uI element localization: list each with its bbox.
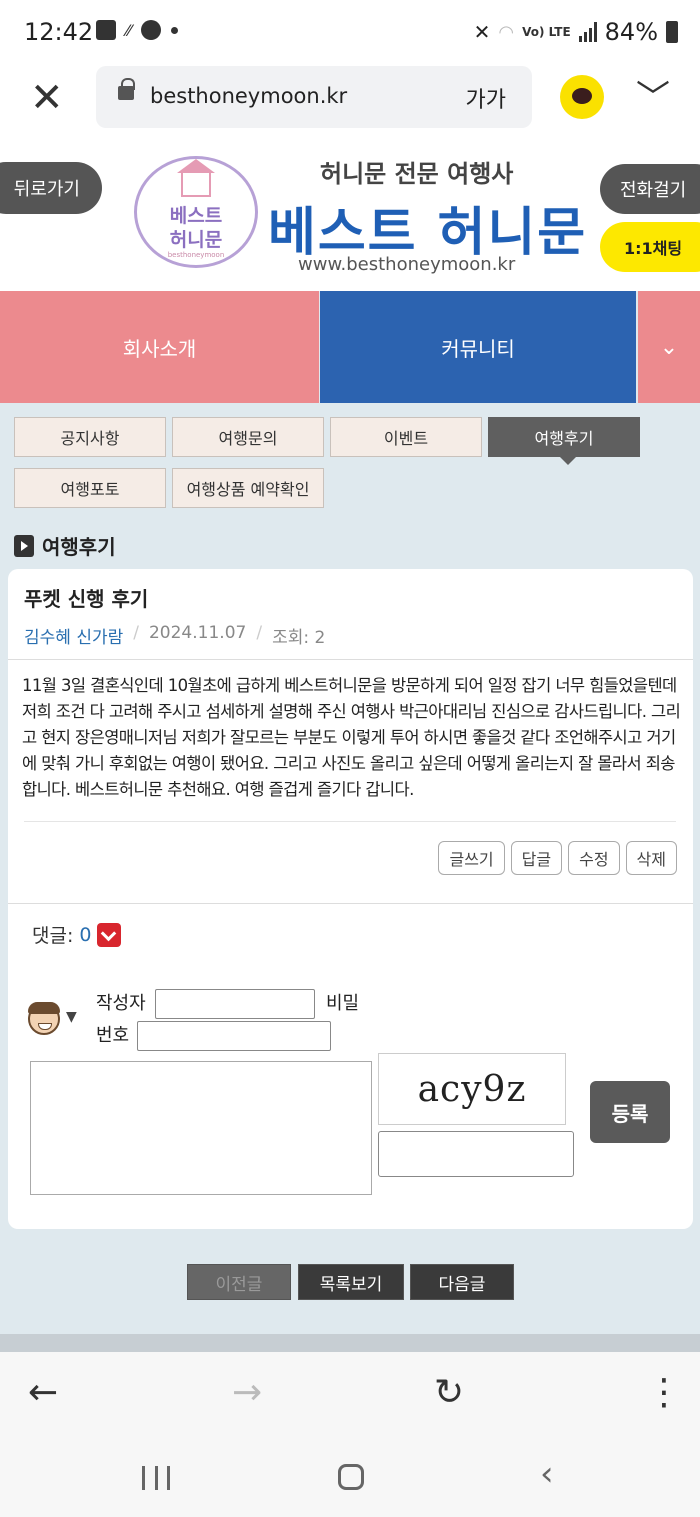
prev-post-button[interactable]: 이전글 [187, 1264, 291, 1300]
url-text[interactable]: besthoneymoon.kr [150, 84, 347, 108]
browser-bottom-bar: ← → ↻ ⋮ [0, 1352, 700, 1442]
battery-icon [666, 21, 678, 43]
kakaotalk-icon[interactable] [560, 75, 604, 119]
footer-strip [0, 1334, 700, 1352]
reply-button[interactable]: 답글 [510, 841, 563, 875]
write-button[interactable]: 글쓰기 [438, 841, 505, 875]
play-icon [14, 534, 34, 557]
password-field[interactable] [137, 1021, 331, 1051]
edit-button[interactable]: 수정 [568, 841, 620, 875]
tab-review[interactable]: 여행후기 [488, 417, 640, 465]
mute-icon: ✕ [473, 20, 491, 44]
recent-apps-icon[interactable] [142, 1466, 170, 1490]
system-nav-bar: ‹ [0, 1442, 700, 1517]
password-label: 비밀 [326, 993, 360, 1014]
gallery-icon [96, 20, 116, 40]
reload-icon[interactable]: ↻ [434, 1372, 464, 1413]
account-icon [141, 20, 162, 40]
site-header: 뒤로가기 베스트 허니문 besthoneymoon 허니문 전문 여행사 베스… [0, 146, 700, 291]
delete-button[interactable]: 삭제 [625, 841, 677, 875]
lte-indicator: Vo) LTE [522, 25, 571, 39]
text-size-button[interactable]: 가가 [466, 82, 506, 114]
close-tab-icon[interactable]: ✕ [30, 78, 64, 118]
comment-textarea[interactable] [30, 1061, 372, 1195]
author-field[interactable] [155, 989, 315, 1019]
comment-count: 댓글: 0 [32, 921, 122, 948]
tab-reservation-check[interactable]: 여행상품 예약확인 [172, 468, 324, 508]
divider [8, 903, 693, 904]
more-options-icon[interactable]: ⋮ [646, 1372, 682, 1413]
post-date: 2024.11.07 [148, 623, 247, 643]
wifi-icon: ◠ [498, 21, 515, 43]
chevron-down-icon: ⌄ [659, 334, 679, 360]
tab-photo[interactable]: 여행포토 [14, 468, 166, 508]
caret-down-icon[interactable]: ▼ [66, 1009, 77, 1025]
tab-event[interactable]: 이벤트 [330, 417, 482, 457]
post-body: 11월 3일 결혼식인데 10월초에 급하게 베스트허니문을 방문하게 되어 일… [22, 676, 681, 799]
system-back-icon[interactable]: ‹ [540, 1454, 554, 1494]
post-meta: 김수혜 신가람 / 2024.11.07 / 조회: 2 [24, 623, 325, 648]
nav-community[interactable]: 커뮤니티 [320, 291, 636, 403]
divider [8, 659, 693, 660]
more-notifications-dot [171, 26, 179, 34]
comment-label: 댓글: [32, 925, 74, 947]
address-bar[interactable]: besthoneymoon.kr 가가 [96, 66, 532, 128]
logo-small-text: besthoneymoon [167, 251, 225, 259]
avatar[interactable] [28, 1002, 60, 1035]
next-post-button[interactable]: 다음글 [410, 1264, 514, 1300]
status-time: 12:42 [24, 18, 94, 46]
house-icon [177, 159, 215, 197]
chevron-down-icon[interactable]: ﹀ [636, 70, 670, 119]
nav-company[interactable]: 회사소개 [0, 291, 319, 403]
battery-percent: 84% [604, 18, 658, 46]
site-subtitle: 허니문 전문 여행사 [320, 160, 514, 188]
post-author[interactable]: 김수혜 신가람 [24, 623, 123, 648]
post-actions: 글쓰기 답글 수정 삭제 [438, 841, 677, 875]
back-button[interactable]: 뒤로가기 [0, 162, 102, 214]
call-button[interactable]: 전화걸기 [600, 164, 700, 214]
status-bar: 12:42 ⁄⁄ ✕ ◠ Vo) LTE 84% [0, 0, 700, 66]
post-card: 푸켓 신행 후기 김수혜 신가람 / 2024.11.07 / 조회: 2 11… [8, 569, 693, 1229]
post-title: 푸켓 신행 후기 [24, 587, 149, 611]
home-icon[interactable] [338, 1464, 364, 1490]
section-title: 여행후기 [42, 535, 116, 559]
back-arrow-icon[interactable]: ← [28, 1372, 58, 1413]
captcha-image: acy9z [378, 1053, 566, 1125]
post-views: 조회: 2 [272, 628, 326, 648]
author-label: 작성자 [96, 993, 146, 1014]
main-nav: 회사소개 커뮤니티 ⌄ [0, 291, 700, 403]
meta-separator: / [256, 623, 263, 643]
logo-line-2: 허니문 [169, 229, 223, 251]
logo-line-1: 베스트 [169, 205, 223, 227]
submit-comment-button[interactable]: 등록 [590, 1081, 670, 1143]
notification-icons: ⁄⁄ [96, 20, 179, 40]
browser-toolbar: ✕ besthoneymoon.kr 가가 ﹀ [0, 66, 700, 146]
divider [24, 821, 676, 822]
signal-icon [578, 22, 597, 42]
logo[interactable]: 베스트 허니문 besthoneymoon [134, 156, 258, 268]
list-button[interactable]: 목록보기 [298, 1264, 404, 1300]
tab-inquiry[interactable]: 여행문의 [172, 417, 324, 457]
captcha-input[interactable] [378, 1131, 574, 1177]
sync-icon: ⁄⁄ [126, 20, 132, 40]
lock-icon [118, 78, 135, 100]
comment-toggle-icon[interactable] [97, 922, 122, 947]
chat-button[interactable]: 1:1채팅 [600, 222, 700, 272]
section-heading: 여행후기 [14, 531, 116, 560]
site-url: www.besthoneymoon.kr [298, 254, 516, 275]
tab-notice[interactable]: 공지사항 [14, 417, 166, 457]
password-label-cont: 번호 [96, 1025, 130, 1046]
meta-separator: / [133, 623, 139, 643]
nav-expand-button[interactable]: ⌄ [638, 291, 700, 403]
forward-arrow-icon[interactable]: → [232, 1372, 262, 1413]
comment-count-value: 0 [79, 923, 92, 946]
